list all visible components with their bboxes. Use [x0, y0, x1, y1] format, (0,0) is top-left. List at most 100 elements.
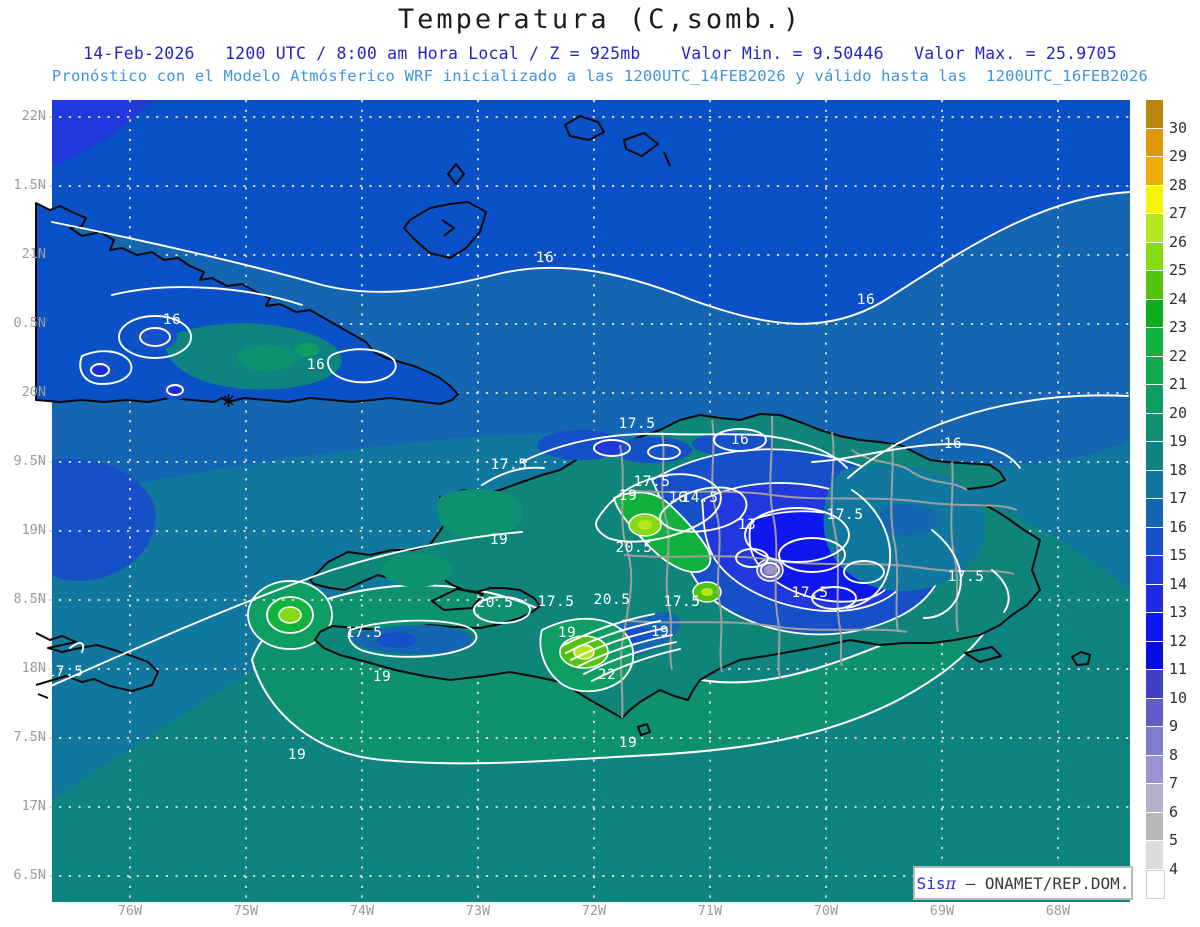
lat-tick-22N: 22N: [21, 108, 46, 124]
contour-label-17.5: 17.5: [633, 474, 671, 490]
colorbar-cell: [1146, 641, 1163, 669]
colorbar-cell: [1146, 698, 1163, 726]
colorbar-cell: [1146, 584, 1163, 612]
contour-label-17.5: 17.5: [490, 457, 528, 473]
colorbar-tick-7: 7: [1169, 774, 1179, 792]
contour-label-17.5: 17.5: [826, 507, 864, 523]
contour-label-22: 22: [597, 667, 617, 683]
contour-label-16: 16: [306, 357, 326, 373]
colorbar-tick-22: 22: [1169, 346, 1188, 365]
map-canvas: [30, 100, 1131, 902]
colorbar-cell: [1146, 242, 1163, 270]
colorbar-cell: [1146, 841, 1163, 869]
contour-label-17.5: 17.5: [947, 569, 985, 585]
contour-label-20.5: 20.5: [476, 595, 514, 611]
contour-label-17.5: 17.5: [537, 594, 575, 610]
contour-map-svg: [30, 100, 1131, 902]
lon-tick-74W: 74W: [349, 903, 375, 919]
lat-tick-19N: 19N: [21, 522, 46, 538]
contour-label-17.5: 17.5: [345, 625, 383, 641]
colorbar-tick-21: 21: [1169, 375, 1188, 393]
colorbar-cell: [1146, 356, 1163, 384]
colorbar-tick-20: 20: [1169, 403, 1188, 422]
colorbar-cell: [1146, 470, 1163, 498]
colorbar-cell: [1146, 556, 1163, 584]
colorbar-cell: [1146, 613, 1163, 641]
lat-tick-1.5N: 1.5N: [13, 177, 46, 193]
contour-label-19: 19: [372, 669, 392, 685]
colorbar-tick-12: 12: [1169, 631, 1188, 650]
colorbar-tick-16: 16: [1169, 517, 1188, 536]
colorbar-tick-24: 24: [1169, 289, 1188, 308]
contour-label-19: 19: [618, 488, 638, 504]
colorbar-cell: [1146, 100, 1163, 128]
attribution-box: Sisπ – ONAMET/REP.DOM.: [913, 866, 1133, 900]
lon-tick-73W: 73W: [465, 903, 491, 919]
contour-label-16: 16: [162, 312, 182, 328]
contour-label-20.5: 20.5: [593, 592, 631, 608]
page-title: Temperatura (C,somb.): [397, 4, 803, 35]
colorbar-cell: [1146, 214, 1163, 242]
lon-tick-75W: 75W: [233, 903, 259, 919]
lat-tick-21N: 21N: [21, 246, 46, 262]
contour-label-19: 19: [650, 624, 670, 640]
lon-tick-72W: 72W: [581, 903, 607, 919]
colorbar-tick-28: 28: [1169, 175, 1188, 194]
colorbar-cell: [1146, 812, 1163, 840]
lat-tick-0.5N: 0.5N: [13, 315, 46, 331]
pi-glyph: π: [945, 873, 957, 893]
colorbar-cell: [1146, 128, 1163, 156]
lat-tick-20N: 20N: [21, 384, 46, 400]
colorbar-tick-10: 10: [1169, 688, 1188, 707]
lon-tick-70W: 70W: [813, 903, 839, 919]
colorbar-tick-30: 30: [1169, 118, 1188, 137]
colorbar-tick-13: 13: [1169, 603, 1188, 621]
colorbar-cell: [1146, 271, 1163, 299]
colorbar-tick-15: 15: [1169, 546, 1188, 564]
contour-label-17.5: 17.5: [46, 664, 84, 680]
colorbar-tick-9: 9: [1169, 717, 1179, 735]
contour-label-19: 19: [618, 735, 638, 751]
colorbar-tick-26: 26: [1169, 232, 1188, 251]
sispi-logo: Sisπ: [916, 873, 957, 893]
lon-tick-76W: 76W: [117, 903, 143, 919]
contour-label-17.5: 17.5: [663, 594, 701, 610]
lat-tick-8.5N: 8.5N: [13, 591, 46, 607]
lat-tick-17N: 17N: [21, 798, 46, 814]
header-model-run-info: Pronóstico con el Modelo Atmósferico WRF…: [51, 67, 1149, 85]
contour-label-20.5: 20.5: [615, 540, 653, 556]
colorbar-tick-27: 27: [1169, 204, 1188, 222]
attribution-text: – ONAMET/REP.DOM.: [956, 873, 1130, 893]
colorbar-cell: [1146, 157, 1163, 185]
colorbar-cell: [1146, 527, 1163, 555]
colorbar-tick-6: 6: [1169, 802, 1179, 821]
colorbar-tick-19: 19: [1169, 432, 1188, 450]
colorbar-cell: [1146, 869, 1165, 899]
colorbar-cell: [1146, 727, 1163, 755]
contour-label-19: 19: [489, 532, 509, 548]
colorbar-tick-8: 8: [1169, 745, 1179, 764]
lat-tick-7.5N: 7.5N: [13, 729, 46, 745]
contour-label-16: 16: [535, 250, 555, 266]
contour-label-16: 16: [856, 292, 876, 308]
colorbar-tick-29: 29: [1169, 147, 1188, 165]
contour-label-17.5: 17.5: [618, 416, 656, 432]
weather-map-page: Temperatura (C,somb.) 14-Feb-2026 1200 U…: [0, 0, 1200, 927]
colorbar-tick-23: 23: [1169, 318, 1188, 336]
lat-tick-18N: 18N: [21, 660, 46, 676]
contour-label-13: 13: [737, 517, 757, 533]
colorbar-tick-4: 4: [1169, 859, 1179, 878]
colorbar-cell: [1146, 442, 1163, 470]
colorbar-tick-17: 17: [1169, 489, 1188, 507]
lat-tick-6.5N: 6.5N: [13, 867, 46, 883]
colorbar-cell: [1146, 670, 1163, 698]
contour-label-17.5: 17.5: [791, 585, 829, 601]
colorbar-cell: [1146, 328, 1163, 356]
header-validtime-minmax: 14-Feb-2026 1200 UTC / 8:00 am Hora Loca…: [83, 44, 1117, 63]
colorbar-tick-18: 18: [1169, 460, 1188, 479]
lon-tick-71W: 71W: [697, 903, 723, 919]
colorbar-cell: [1146, 413, 1163, 441]
colorbar-cell: [1146, 385, 1163, 413]
colorbar-cell: [1146, 185, 1163, 213]
contour-label-16: 16: [943, 436, 963, 452]
